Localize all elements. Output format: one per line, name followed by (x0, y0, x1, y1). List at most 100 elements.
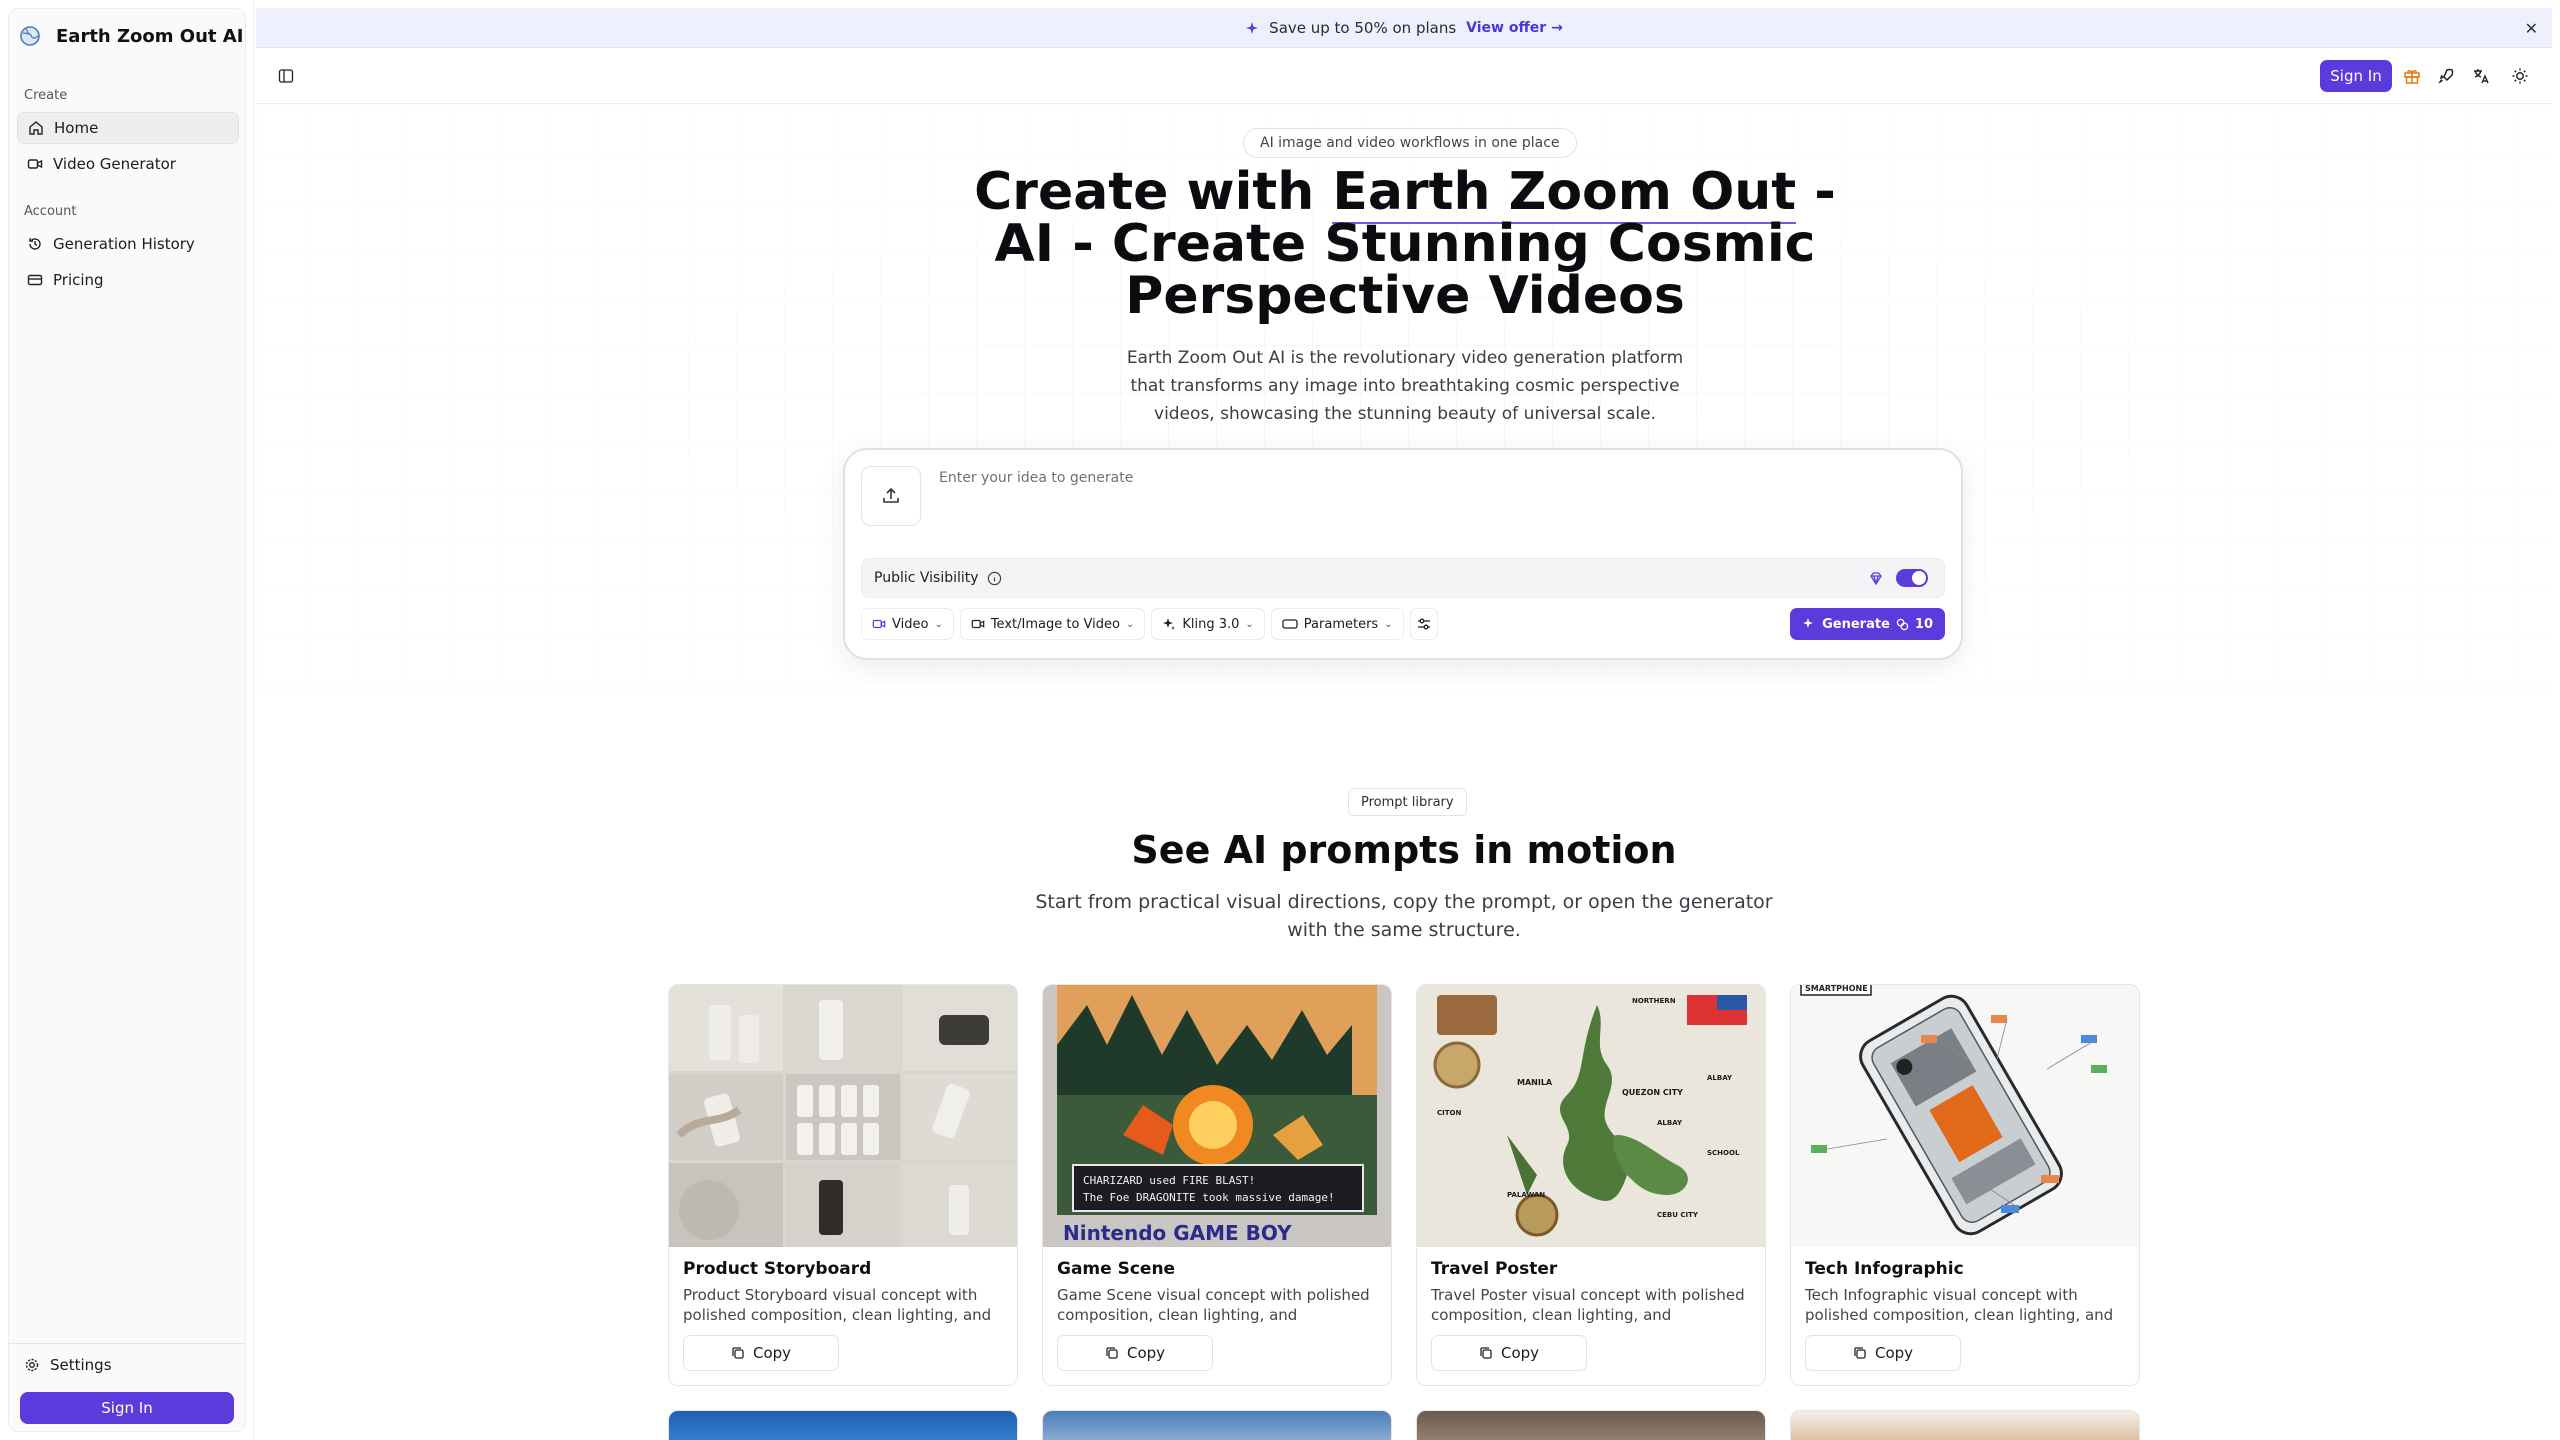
hero-title: Create with Earth Zoom Out - AI - Create… (960, 162, 1850, 322)
sparkle-icon (1246, 21, 1259, 34)
copy-label: Copy (752, 1344, 792, 1362)
model-select[interactable]: Kling 3.0 ⌄ (1151, 608, 1265, 640)
sidebar-toggle-icon[interactable] (278, 68, 294, 84)
prompt-composer: Public Visibility Video ⌄ Text/Image to … (843, 448, 1963, 660)
sidebar-item-generation-history[interactable]: Generation History (17, 228, 239, 260)
sidebar-item-home[interactable]: Home (17, 112, 239, 144)
credit-cost: 10 (1914, 616, 1933, 632)
home-icon (29, 121, 43, 135)
prompt-card[interactable]: SMARTPHONE Tech Infographic Tech Infogra… (1790, 984, 2140, 1386)
map-label: QUEZON CITY (1622, 1088, 1683, 1097)
sidebar-item-pricing[interactable]: Pricing (17, 264, 239, 296)
copy-icon (732, 1347, 744, 1359)
generation-controls: Video ⌄ Text/Image to Video ⌄ Kling 3.0 … (861, 608, 1438, 640)
top-header (256, 48, 2552, 104)
promo-text: Save up to 50% on plans (1269, 18, 1457, 37)
public-visibility-row: Public Visibility (861, 558, 1945, 598)
sidebar-divider (9, 1343, 245, 1344)
copy-button[interactable]: Copy (1057, 1335, 1213, 1371)
game-caption-line1: CHARIZARD used FIRE BLAST! (1083, 1174, 1255, 1187)
card-description: Tech Infographic visual concept with pol… (1805, 1286, 2114, 1324)
video-icon (27, 159, 43, 169)
prompt-card-partial[interactable] (1042, 1410, 1392, 1440)
visibility-toggle[interactable] (1896, 569, 1928, 587)
map-label: SCHOOL (1707, 1149, 1740, 1157)
card-title: Tech Infographic (1805, 1259, 1964, 1279)
copy-icon (1854, 1347, 1866, 1359)
copy-button[interactable]: Copy (1805, 1335, 1961, 1371)
settings-sliders-button[interactable] (1409, 608, 1438, 640)
chevron-down-icon: ⌄ (1125, 618, 1135, 630)
map-label: CEBU CITY (1657, 1211, 1699, 1219)
infographic-header: SMARTPHONE (1805, 985, 1868, 993)
prompt-card[interactable]: NORTHERN ALBAY QUEZON CITY MANILA ALBAY … (1416, 984, 1766, 1386)
hero-subtitle: Earth Zoom Out AI is the revolutionary v… (1126, 348, 1684, 424)
map-label: NORTHERN (1632, 997, 1676, 1005)
brand[interactable]: Earth Zoom Out AI (18, 24, 243, 48)
close-icon[interactable]: ✕ (2525, 19, 2538, 38)
sidebar-signin-button[interactable]: Sign In (20, 1392, 234, 1424)
globe-logo-icon (20, 26, 40, 46)
info-icon[interactable] (987, 571, 1002, 586)
section-label-create: Create (24, 88, 68, 103)
copy-icon (1480, 1347, 1492, 1359)
prompt-card-partial[interactable] (1790, 1410, 2140, 1440)
card-title: Travel Poster (1431, 1259, 1558, 1279)
sidebar-panel (8, 8, 246, 1432)
parameters-select[interactable]: Parameters ⌄ (1270, 608, 1404, 640)
game-caption-line2: The Foe DRAGONITE took massive damage! (1083, 1191, 1335, 1204)
sparkles-icon (1803, 618, 1814, 628)
credit-card-icon (27, 274, 43, 286)
prompt-card[interactable]: Product Storyboard Product Storyboard vi… (668, 984, 1018, 1386)
copy-label: Copy (1874, 1344, 1914, 1362)
sparkles-icon (1163, 618, 1176, 630)
sidebar-item-label: Pricing (53, 271, 104, 289)
visibility-label: Public Visibility (874, 570, 979, 586)
copy-icon (1106, 1347, 1118, 1359)
upload-icon (883, 487, 899, 503)
copy-button[interactable]: Copy (1431, 1335, 1587, 1371)
copy-button[interactable]: Copy (683, 1335, 839, 1371)
rocket-icon[interactable] (2436, 66, 2456, 86)
mode-select[interactable]: Text/Image to Video ⌄ (959, 608, 1146, 640)
map-label: MANILA (1517, 1078, 1553, 1087)
gem-icon (1870, 572, 1882, 586)
output-type-select[interactable]: Video ⌄ (861, 608, 954, 640)
view-offer-link[interactable]: View offer → (1466, 20, 1563, 36)
generate-button[interactable]: Generate 10 (1790, 608, 1945, 640)
sidebar: Earth Zoom Out AI Create Home Video Gene… (0, 0, 254, 1440)
copy-label: Copy (1500, 1344, 1540, 1362)
prompt-card-partial[interactable] (1416, 1410, 1766, 1440)
upload-button[interactable] (861, 466, 921, 526)
card-thumbnail (669, 985, 1017, 1247)
hero-title-prefix: Create with (974, 162, 1333, 222)
sidebar-item-video-generator[interactable]: Video Generator (17, 148, 239, 180)
theme-sun-icon[interactable] (2510, 66, 2530, 86)
app-title: Earth Zoom Out AI (56, 25, 244, 47)
card-thumbnail: NORTHERN ALBAY QUEZON CITY MANILA ALBAY … (1417, 985, 1765, 1247)
card-description: Game Scene visual concept with polished … (1057, 1286, 1370, 1324)
settings-button[interactable]: Settings (24, 1356, 112, 1374)
section-label-account: Account (24, 204, 77, 219)
prompt-card-partial[interactable] (668, 1410, 1018, 1440)
header-signin-button[interactable]: Sign In (2320, 60, 2392, 92)
sidebar-item-label: Video Generator (53, 155, 176, 173)
translate-icon[interactable] (2471, 66, 2491, 86)
settings-label: Settings (50, 1356, 112, 1374)
prompt-card[interactable]: CHARIZARD used FIRE BLAST! The Foe DRAGO… (1042, 984, 1392, 1386)
sidebar-item-label: Home (54, 119, 99, 137)
parameters-label: Parameters (1303, 616, 1379, 632)
sliders-icon (1417, 618, 1430, 630)
prompt-input[interactable] (939, 470, 1919, 486)
gift-icon[interactable] (2402, 66, 2422, 86)
map-label: ALBAY (1707, 1074, 1733, 1082)
card-title: Product Storyboard (683, 1259, 872, 1279)
copy-label: Copy (1126, 1344, 1166, 1362)
card-description: Product Storyboard visual concept with p… (683, 1286, 992, 1324)
promo-banner: Save up to 50% on plans View offer → ✕ (256, 8, 2552, 48)
credits-icon (1896, 618, 1909, 630)
video-icon (971, 619, 985, 629)
map-label: ALBAY (1657, 1119, 1683, 1127)
card-thumbnail: SMARTPHONE (1791, 985, 2139, 1247)
model-label: Kling 3.0 (1182, 616, 1240, 632)
